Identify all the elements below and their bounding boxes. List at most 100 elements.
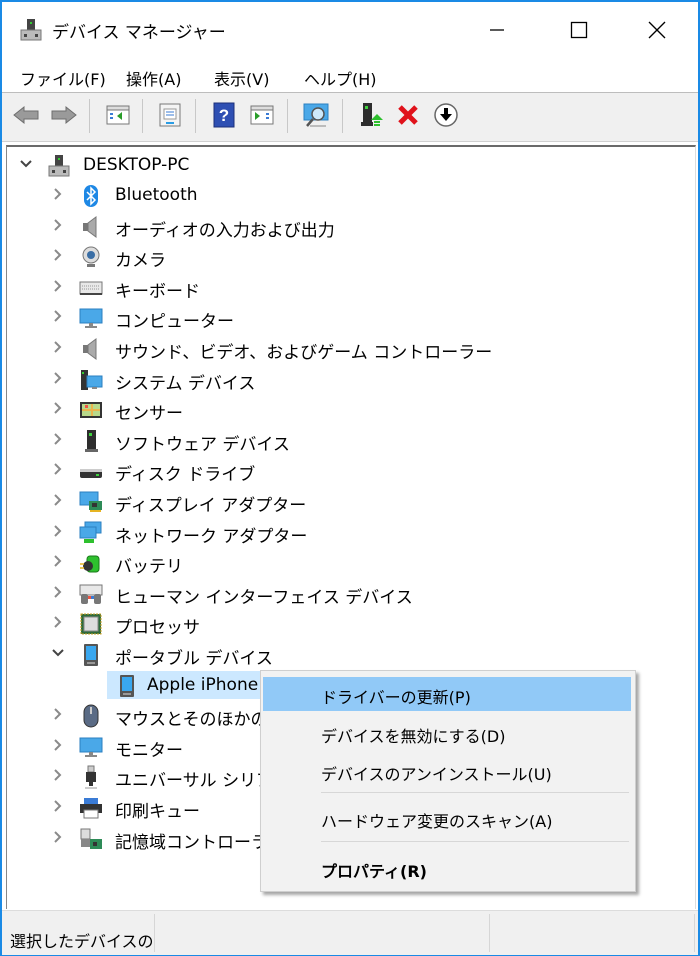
tree-category-label: バッテリ xyxy=(115,557,183,578)
uninstall-device-icon xyxy=(398,105,418,125)
device-manager-app-icon xyxy=(20,19,42,41)
maximize-button[interactable] xyxy=(550,2,608,58)
scan-hardware-changes-button[interactable] xyxy=(302,100,330,130)
chevron-right-icon[interactable] xyxy=(51,279,65,295)
status-cell-3 xyxy=(490,914,695,952)
disable-device-icon xyxy=(434,103,458,127)
chevron-right-icon[interactable] xyxy=(51,248,65,264)
tree-category-label: ヒューマン インターフェイス デバイス xyxy=(115,587,413,608)
show-hide-console-tree-button[interactable] xyxy=(104,100,132,130)
toolbar-separator xyxy=(342,99,343,133)
minimize-button[interactable] xyxy=(468,2,526,58)
chevron-right-icon[interactable] xyxy=(51,401,65,417)
tree-category-item[interactable]: コンピューター xyxy=(7,303,695,333)
chevron-right-icon[interactable] xyxy=(51,585,65,601)
printer-icon xyxy=(80,798,102,819)
status-bar: 選択したデバイスの xyxy=(2,910,698,955)
update-driver-button[interactable] xyxy=(358,100,386,130)
chevron-right-icon[interactable] xyxy=(51,707,65,723)
tree-category-item[interactable]: オーディオの入力および出力 xyxy=(7,212,695,242)
device-manager-window: デバイス マネージャー ファイル(F) 操作(A) 表示(V) ヘルプ(H) ?… xyxy=(0,0,700,956)
disable-device-button[interactable] xyxy=(432,100,460,130)
tree-category-item[interactable]: バッテリ xyxy=(7,548,695,578)
properties-icon xyxy=(159,103,181,127)
display-adapter-icon xyxy=(79,491,102,512)
context-menu-disable-device[interactable]: デバイスを無効にする(D) xyxy=(263,716,631,750)
hid-icon xyxy=(79,584,103,604)
tree-category-label: プロセッサ xyxy=(115,618,200,639)
tree-category-label: コンピューター xyxy=(115,312,234,333)
properties-button[interactable] xyxy=(156,100,184,130)
chevron-right-icon[interactable] xyxy=(51,554,65,570)
tree-category-item[interactable]: ヒューマン インターフェイス デバイス xyxy=(7,579,695,609)
forward-button[interactable] xyxy=(50,100,78,130)
menu-bar: ファイル(F) 操作(A) 表示(V) ヘルプ(H) xyxy=(2,60,698,93)
portable-device-icon xyxy=(84,644,98,666)
network-adapter-icon xyxy=(79,521,102,543)
chevron-right-icon[interactable] xyxy=(51,615,65,631)
chevron-right-icon[interactable] xyxy=(51,462,65,478)
tree-category-label: ネットワーク アダプター xyxy=(115,526,308,547)
tree-category-item[interactable]: プロセッサ xyxy=(7,609,695,639)
tree-category-label: ディスプレイ アダプター xyxy=(115,496,307,516)
chevron-right-icon[interactable] xyxy=(51,340,65,356)
chevron-right-icon[interactable] xyxy=(51,218,65,234)
sensor-icon xyxy=(80,402,102,419)
tree-category-item[interactable]: センサー xyxy=(7,395,695,425)
context-menu-update-driver[interactable]: ドライバーの更新(P) xyxy=(263,677,631,711)
chevron-right-icon[interactable] xyxy=(51,799,65,815)
menu-file[interactable]: ファイル(F) xyxy=(20,66,106,90)
menu-view[interactable]: 表示(V) xyxy=(214,66,269,90)
context-menu: ドライバーの更新(P) デバイスを無効にする(D) デバイスのアンインストール(… xyxy=(260,670,636,892)
forward-arrow-icon xyxy=(51,105,77,125)
close-button[interactable] xyxy=(628,2,686,58)
chevron-right-icon[interactable] xyxy=(51,738,65,754)
menu-help[interactable]: ヘルプ(H) xyxy=(304,66,377,90)
tree-category-item[interactable]: ディスク ドライブ xyxy=(7,456,695,486)
chevron-right-icon[interactable] xyxy=(51,830,65,846)
context-menu-uninstall-device[interactable]: デバイスのアンインストール(U) xyxy=(263,754,631,788)
context-menu-separator xyxy=(321,792,629,793)
close-icon xyxy=(648,21,666,39)
tree-category-label: カメラ xyxy=(115,251,166,272)
tree-category-label: キーボード xyxy=(115,281,200,302)
chevron-down-icon[interactable] xyxy=(19,157,33,173)
tree-category-label: センサー xyxy=(115,404,183,425)
tree-category-item[interactable]: サウンド、ビデオ、およびゲーム コントローラー xyxy=(7,334,695,364)
tree-item-label: Apple iPhone xyxy=(147,675,259,695)
chevron-down-icon[interactable] xyxy=(51,646,65,662)
menu-action[interactable]: 操作(A) xyxy=(126,66,181,90)
chevron-right-icon[interactable] xyxy=(51,371,65,387)
computer-root-icon xyxy=(48,155,70,177)
title-bar: デバイス マネージャー xyxy=(2,2,698,58)
chevron-right-icon[interactable] xyxy=(51,493,65,509)
tree-category-item[interactable]: キーボード xyxy=(7,273,695,303)
tree-root-label: DESKTOP-PC xyxy=(83,155,190,175)
back-arrow-icon xyxy=(13,105,39,125)
window-title: デバイス マネージャー xyxy=(52,23,226,43)
tree-category-item[interactable]: ネットワーク アダプター xyxy=(7,518,695,548)
chevron-right-icon[interactable] xyxy=(51,309,65,325)
help-button[interactable]: ? xyxy=(210,100,238,130)
storage-controller-icon xyxy=(80,828,102,849)
tree-category-label: ポータブル デバイス xyxy=(115,649,273,669)
toolbar: ? xyxy=(2,93,698,142)
tree-category-item[interactable]: Bluetooth xyxy=(7,181,695,211)
keyboard-icon xyxy=(79,281,103,295)
tree-category-item[interactable]: ディスプレイ アダプター xyxy=(7,487,695,517)
show-action-pane-button[interactable] xyxy=(248,100,276,130)
chevron-right-icon[interactable] xyxy=(51,524,65,540)
back-button[interactable] xyxy=(12,100,40,130)
context-menu-properties[interactable]: プロパティ(R) xyxy=(263,851,631,885)
tree-category-label: システム デバイス xyxy=(115,373,256,394)
chevron-right-icon[interactable] xyxy=(51,187,65,203)
uninstall-device-button[interactable] xyxy=(394,100,422,130)
chevron-right-icon[interactable] xyxy=(51,432,65,448)
tree-root-desktop-pc[interactable]: DESKTOP-PC xyxy=(7,151,695,181)
tree-category-item[interactable]: システム デバイス xyxy=(7,365,695,395)
tree-category-item[interactable]: ポータブル デバイス xyxy=(7,640,695,670)
context-menu-scan-hardware[interactable]: ハードウェア変更のスキャン(A) xyxy=(263,801,631,835)
tree-category-item[interactable]: カメラ xyxy=(7,242,695,272)
chevron-right-icon[interactable] xyxy=(51,768,65,784)
tree-category-item[interactable]: ソフトウェア デバイス xyxy=(7,426,695,456)
